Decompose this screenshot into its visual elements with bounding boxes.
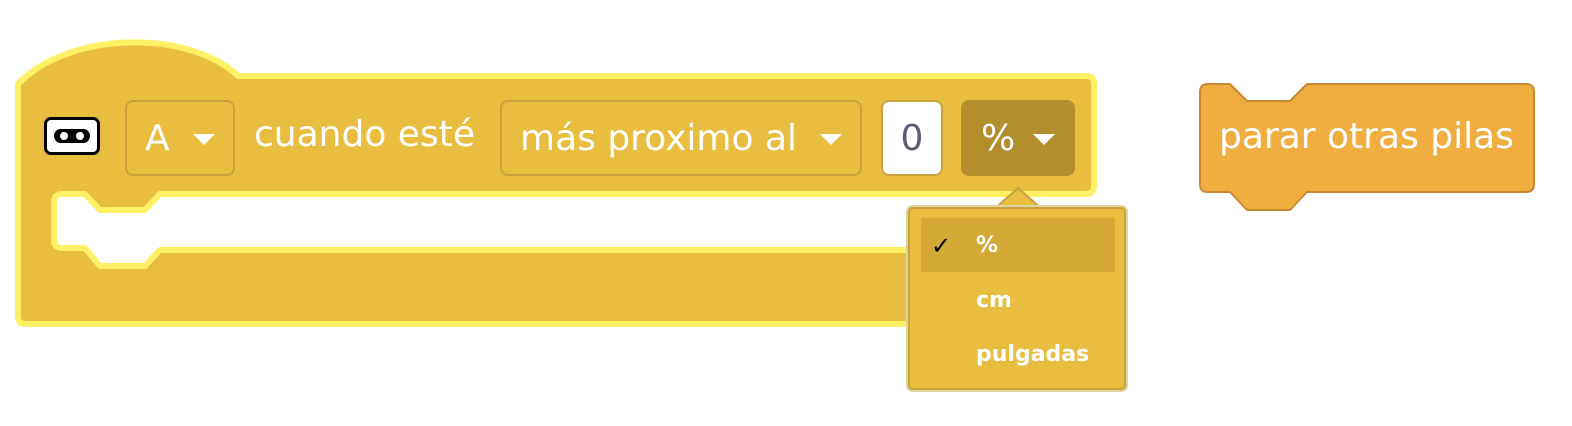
menu-item-label: %	[976, 232, 999, 258]
blocks-workspace[interactable]: A cuando esté más proximo al 0 % ✓ % cm …	[0, 0, 1572, 426]
distance-sensor-icon	[44, 117, 100, 155]
chevron-down-icon	[1033, 134, 1055, 145]
chevron-down-icon	[193, 134, 215, 145]
unit-menu-item-percent[interactable]: ✓ %	[921, 218, 1115, 272]
unit-dropdown-value: %	[981, 117, 1016, 159]
unit-dropdown[interactable]: %	[961, 100, 1075, 176]
menu-item-label: cm	[976, 287, 1012, 313]
menu-item-label: pulgadas	[976, 341, 1090, 367]
event-block-label: cuando esté	[254, 114, 475, 155]
sensor-left-eye	[60, 132, 68, 140]
unit-menu-item-inches[interactable]: pulgadas	[921, 327, 1115, 381]
unit-dropdown-menu: ✓ % cm pulgadas	[908, 207, 1126, 390]
distance-value-input[interactable]: 0	[881, 100, 943, 176]
chevron-down-icon	[820, 134, 842, 145]
block-shapes	[15, 39, 1535, 327]
port-dropdown[interactable]: A	[125, 100, 235, 176]
comparison-dropdown[interactable]: más proximo al	[500, 100, 862, 176]
unit-menu-item-cm[interactable]: cm	[921, 273, 1115, 327]
port-dropdown-value: A	[145, 117, 170, 159]
stop-other-stacks-label: parar otras pilas	[1219, 116, 1514, 157]
checkmark-icon: ✓	[931, 232, 952, 260]
comparison-dropdown-value: más proximo al	[520, 117, 798, 159]
sensor-right-eye	[76, 132, 84, 140]
